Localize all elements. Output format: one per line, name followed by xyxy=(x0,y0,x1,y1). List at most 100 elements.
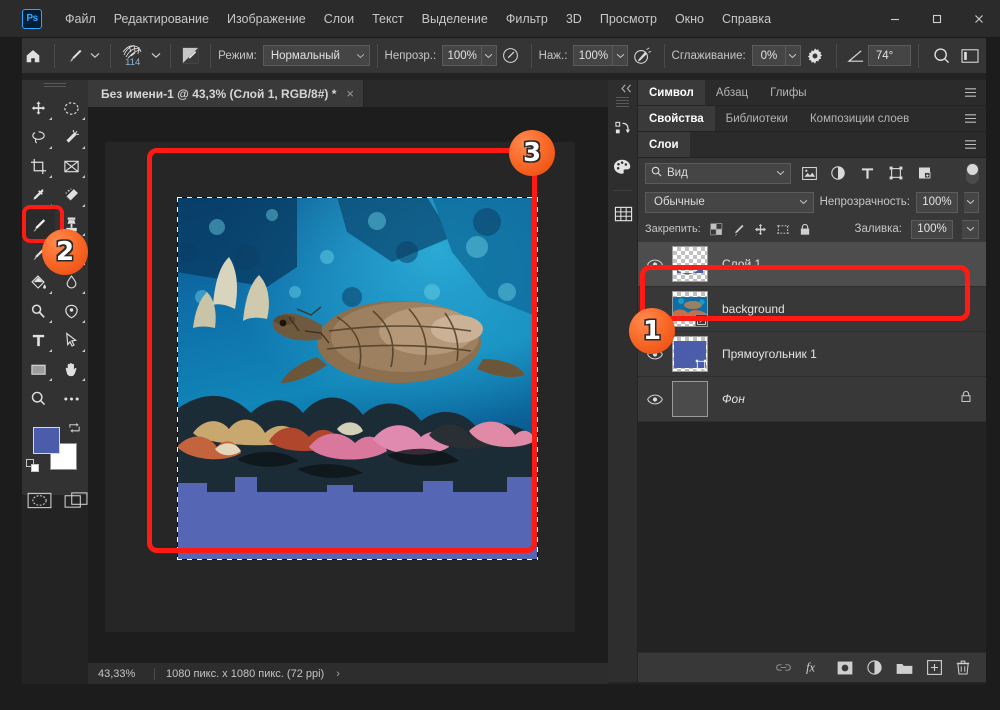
status-expand-arrow-icon[interactable]: › xyxy=(324,668,340,680)
filter-adjustment-icon[interactable] xyxy=(827,166,849,180)
elliptical-marquee-tool[interactable] xyxy=(55,94,88,123)
rectangle-tool[interactable] xyxy=(22,355,55,384)
close-icon[interactable] xyxy=(958,0,1000,37)
layer-row-background[interactable]: background xyxy=(638,287,986,332)
layer-name[interactable]: Прямоугольник 1 xyxy=(708,347,817,361)
add-layer-mask-icon[interactable] xyxy=(837,661,853,675)
menu-edit[interactable]: Редактирование xyxy=(105,8,218,30)
delete-layer-icon[interactable] xyxy=(956,660,970,675)
tab-layers[interactable]: Слои xyxy=(638,132,690,157)
new-layer-icon[interactable] xyxy=(927,660,942,675)
menu-select[interactable]: Выделение xyxy=(413,8,497,30)
menu-type[interactable]: Текст xyxy=(363,8,412,30)
layer-visibility-toggle[interactable] xyxy=(638,259,672,270)
panel-menu-icon[interactable] xyxy=(955,132,986,157)
new-group-icon[interactable] xyxy=(896,661,913,675)
panel-menu-icon[interactable] xyxy=(955,106,986,131)
tools-panel-grip[interactable] xyxy=(22,80,88,92)
brush-preset-picker[interactable]: 114 xyxy=(117,43,147,68)
pen-tool[interactable] xyxy=(55,297,88,326)
layer-row-sloy-1[interactable]: Слой 1 xyxy=(638,242,986,287)
zoom-level[interactable]: 43,33% xyxy=(88,668,154,680)
spot-healing-brush-tool[interactable] xyxy=(55,181,88,210)
tab-properties[interactable]: Свойства xyxy=(638,106,715,131)
type-tool[interactable] xyxy=(22,326,55,355)
filter-pixel-icon[interactable] xyxy=(798,166,820,180)
layer-style-fx-icon[interactable]: fx xyxy=(806,660,823,675)
rail-grip[interactable] xyxy=(616,97,629,107)
actions-panel-icon[interactable] xyxy=(608,110,638,148)
layer-thumbnail[interactable] xyxy=(672,381,708,417)
canvas[interactable] xyxy=(105,142,575,632)
layer-opacity-value[interactable]: 100% xyxy=(915,191,958,213)
menu-help[interactable]: Справка xyxy=(713,8,780,30)
menu-window[interactable]: Окно xyxy=(666,8,713,30)
layer-thumbnail[interactable] xyxy=(672,291,708,327)
chevron-down-icon[interactable] xyxy=(87,52,102,59)
symmetry-icon[interactable] xyxy=(958,48,983,64)
layer-thumbnail[interactable] xyxy=(672,336,708,372)
move-tool[interactable] xyxy=(22,94,55,123)
home-icon[interactable] xyxy=(18,47,47,65)
brush-angle-icon[interactable] xyxy=(844,48,868,64)
brush-tool-icon[interactable] xyxy=(62,46,87,66)
lock-image-pixels-icon[interactable] xyxy=(732,223,745,236)
swatches-panel-icon[interactable] xyxy=(608,148,638,186)
tab-character[interactable]: Символ xyxy=(638,80,705,105)
ellipsis-icon[interactable] xyxy=(55,384,88,413)
patterns-panel-icon[interactable] xyxy=(608,195,638,233)
maximize-icon[interactable] xyxy=(916,0,958,37)
swap-colors-icon[interactable] xyxy=(68,422,81,440)
lock-artboard-nesting-icon[interactable] xyxy=(776,223,790,236)
menu-layers[interactable]: Слои xyxy=(315,8,363,30)
quick-mask-icon[interactable] xyxy=(27,491,52,515)
lock-transparent-pixels-icon[interactable] xyxy=(709,222,723,236)
panel-menu-icon[interactable] xyxy=(955,80,986,105)
filter-enable-toggle[interactable] xyxy=(966,162,979,184)
layer-row-fon[interactable]: Фон xyxy=(638,377,986,422)
layer-name[interactable]: Слой 1 xyxy=(708,257,761,271)
path-selection-tool[interactable] xyxy=(55,326,88,355)
screen-mode-icon[interactable] xyxy=(64,491,89,515)
layer-name[interactable]: Фон xyxy=(708,392,745,406)
gradient-tool[interactable] xyxy=(22,268,55,297)
airbrush-icon[interactable] xyxy=(628,46,657,66)
link-layers-icon[interactable] xyxy=(775,662,792,673)
lasso-tool[interactable] xyxy=(22,123,55,152)
layer-name[interactable]: background xyxy=(708,302,785,316)
minimize-icon[interactable] xyxy=(874,0,916,37)
smoothing-chevron-down-icon[interactable] xyxy=(786,45,801,66)
frame-tool[interactable] xyxy=(55,152,88,181)
document-tab[interactable]: Без имени-1 @ 43,3% (Слой 1, RGB/8#) * × xyxy=(88,80,364,107)
fill-value[interactable]: 100% xyxy=(911,219,953,239)
eyedropper-tool[interactable] xyxy=(22,181,55,210)
smoothing-value[interactable]: 0% xyxy=(751,45,787,66)
filter-type-icon[interactable] xyxy=(856,167,878,180)
foreground-color-swatch[interactable] xyxy=(33,427,60,454)
filter-smart-object-icon[interactable] xyxy=(914,166,936,180)
layer-row-rectangle-1[interactable]: Прямоугольник 1 xyxy=(638,332,986,377)
new-adjustment-layer-icon[interactable] xyxy=(867,660,882,675)
default-colors-icon[interactable] xyxy=(26,459,40,478)
flow-value[interactable]: 100% xyxy=(573,45,614,66)
layer-opacity-chevron-down-icon[interactable] xyxy=(963,191,979,213)
chevron-down-icon[interactable] xyxy=(148,52,163,59)
layer-blend-mode-select[interactable]: Обычные xyxy=(645,191,814,213)
menu-filter[interactable]: Фильтр xyxy=(497,8,557,30)
tab-glyphs[interactable]: Глифы xyxy=(759,80,817,105)
menu-3d[interactable]: 3D xyxy=(557,8,591,30)
layer-visibility-toggle[interactable] xyxy=(638,394,672,405)
opacity-chevron-down-icon[interactable] xyxy=(482,45,497,66)
brush-angle-value[interactable]: 74° xyxy=(867,45,911,66)
lock-position-icon[interactable] xyxy=(754,223,767,236)
dodge-tool[interactable] xyxy=(22,297,55,326)
tab-paragraph[interactable]: Абзац xyxy=(705,80,759,105)
fill-chevron-down-icon[interactable] xyxy=(962,219,979,239)
menu-file[interactable]: Файл xyxy=(56,8,105,30)
tab-libraries[interactable]: Библиотеки xyxy=(715,106,799,131)
gear-icon[interactable] xyxy=(801,47,830,65)
hand-tool[interactable] xyxy=(55,355,88,384)
pressure-controls-size-icon[interactable] xyxy=(926,46,958,65)
layer-filter-select[interactable]: Вид xyxy=(645,162,791,184)
canvas-work-area[interactable] xyxy=(88,107,608,662)
